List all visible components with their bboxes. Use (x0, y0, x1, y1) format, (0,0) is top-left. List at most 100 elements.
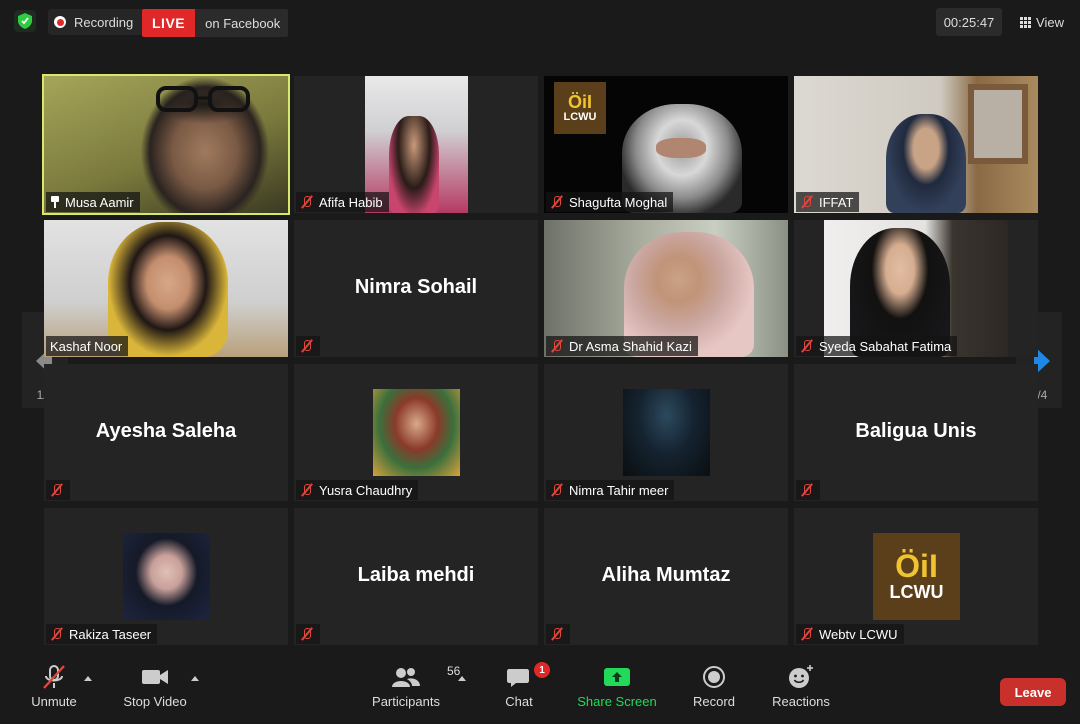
participant-name: Syeda Sabahat Fatima (819, 338, 952, 354)
mic-muted-icon (550, 627, 564, 641)
background-window (968, 84, 1028, 164)
mic-muted-icon (300, 195, 314, 209)
mic-muted-icon (550, 339, 564, 353)
participant-nameplate: Nimra Tahir meer (546, 480, 675, 500)
participant-nameplate: Shagufta Moghal (546, 192, 674, 212)
mic-muted-icon (300, 627, 314, 641)
mic-off-icon (40, 658, 68, 696)
meeting-timer: 00:25:47 (936, 8, 1002, 36)
share-screen-button[interactable]: Share Screen (574, 658, 660, 724)
video-tile-yusra-chaudhry[interactable]: Yusra Chaudhry (294, 364, 538, 501)
participant-nameplate: Syeda Sabahat Fatima (796, 336, 958, 356)
recording-indicator[interactable]: Recording (48, 9, 146, 35)
participant-avatar (373, 389, 460, 476)
video-tile-syeda-sabahat-fatima[interactable]: Syeda Sabahat Fatima (794, 220, 1038, 357)
video-tile-ayesha-saleha[interactable]: Ayesha Saleha (44, 364, 288, 501)
participant-name: Musa Aamir (65, 194, 134, 210)
participant-face (886, 114, 966, 213)
mic-muted-icon (550, 195, 564, 209)
participants-button[interactable]: 56 Participants (366, 658, 460, 724)
security-shield-icon[interactable] (14, 10, 36, 32)
mic-muted-icon (50, 483, 64, 497)
participant-avatar (623, 389, 710, 476)
chat-bubble-icon: 1 (506, 658, 550, 696)
participant-name: Rakiza Taseer (69, 626, 152, 642)
live-stream-indicator[interactable]: LIVE on Facebook (142, 9, 289, 37)
video-tile-nimra-sohail[interactable]: Nimra Sohail (294, 220, 538, 357)
stop-video-button[interactable]: Stop Video (118, 658, 192, 724)
video-tile-dr-asma-shahid-kazi[interactable]: Dr Asma Shahid Kazi (544, 220, 788, 357)
video-tile-laiba-mehdi[interactable]: Laiba mehdi (294, 508, 538, 645)
participant-name: Shagufta Moghal (569, 194, 668, 210)
participants-icon: 56 (391, 658, 460, 696)
reactions-button[interactable]: Reactions (768, 658, 834, 724)
mic-muted-icon (800, 195, 814, 209)
mic-muted-icon (300, 339, 314, 353)
meeting-toolbar: Unmute Stop Video 56 Participants 1 Chat… (0, 658, 1080, 724)
reactions-label: Reactions (772, 694, 830, 709)
participant-avatar (123, 533, 210, 620)
participant-nameplate: Afifa Habib (296, 192, 389, 212)
mic-muted-icon (550, 483, 564, 497)
video-camera-icon (141, 658, 169, 696)
participant-nameplate: Dr Asma Shahid Kazi (546, 336, 698, 356)
lcwu-logo: ÖiI LCWU (554, 82, 606, 134)
audio-options-chevron-up-icon[interactable] (84, 676, 92, 681)
mic-muted-icon (800, 627, 814, 641)
mic-muted-icon (300, 483, 314, 497)
participant-nameplate: Musa Aamir (46, 192, 140, 212)
video-tile-kashaf-noor[interactable]: Kashaf Noor (44, 220, 288, 357)
view-label: View (1036, 14, 1064, 30)
video-tile-rakiza-taseer[interactable]: Rakiza Taseer (44, 508, 288, 645)
participant-name: IFFAT (819, 194, 854, 210)
mic-muted-icon (800, 483, 814, 497)
pin-icon (50, 195, 60, 209)
participant-face (656, 138, 706, 158)
lcwu-logo: ÖiI LCWU (873, 533, 960, 620)
chat-button[interactable]: 1 Chat (496, 658, 550, 724)
stop-video-label: Stop Video (123, 694, 187, 709)
leave-button[interactable]: Leave (1000, 678, 1066, 706)
participants-label: Participants (372, 694, 440, 709)
unmute-label: Unmute (31, 694, 77, 709)
record-label: Record (693, 694, 735, 709)
share-screen-icon (603, 658, 631, 696)
video-options-chevron-up-icon[interactable] (191, 676, 199, 681)
participant-display-name: Ayesha Saleha (95, 420, 237, 442)
video-tile-nimra-tahir-meer[interactable]: Nimra Tahir meer (544, 364, 788, 501)
live-badge: LIVE (142, 9, 196, 37)
record-icon (702, 658, 726, 696)
participant-nameplate: Rakiza Taseer (46, 624, 158, 644)
participant-nameplate: Webtv LCWU (796, 624, 904, 644)
participant-nameplate (46, 480, 70, 500)
smiley-plus-icon (788, 658, 814, 696)
participant-display-name: Baligua Unis (855, 420, 977, 442)
video-tile-webtv-lcwu[interactable]: ÖiI LCWU Webtv LCWU (794, 508, 1038, 645)
video-tile-shagufta-moghal[interactable]: ÖiI LCWU Shagufta Moghal (544, 76, 788, 213)
participant-nameplate (796, 480, 820, 500)
participant-name: Dr Asma Shahid Kazi (569, 338, 692, 354)
chat-label: Chat (505, 694, 533, 709)
participant-display-name: Nimra Sohail (354, 276, 478, 298)
participant-name: Kashaf Noor (50, 338, 123, 354)
video-tile-afifa-habib[interactable]: Afifa Habib (294, 76, 538, 213)
mic-muted-icon (50, 627, 64, 641)
live-destination: on Facebook (205, 15, 281, 31)
top-bar: Recording LIVE on Facebook 00:25:47 View (0, 0, 1080, 44)
video-tile-baligua-unis[interactable]: Baligua Unis (794, 364, 1038, 501)
recording-dot-icon (54, 16, 66, 28)
participant-display-name: Laiba mehdi (357, 564, 475, 586)
participant-name: Nimra Tahir meer (569, 482, 669, 498)
participant-nameplate (296, 336, 320, 356)
participants-options-chevron-up-icon[interactable] (458, 676, 466, 681)
participant-nameplate: Kashaf Noor (46, 336, 129, 356)
video-tile-musa-aamir[interactable]: Musa Aamir (42, 74, 290, 215)
video-tile-iffat[interactable]: IFFAT (794, 76, 1038, 213)
record-button[interactable]: Record (688, 658, 740, 724)
video-tile-aliha-mumtaz[interactable]: Aliha Mumtaz (544, 508, 788, 645)
unmute-button[interactable]: Unmute (24, 658, 84, 724)
participant-nameplate (546, 624, 570, 644)
view-button[interactable]: View (1012, 8, 1072, 36)
participant-name: Yusra Chaudhry (319, 482, 413, 498)
participant-nameplate (296, 624, 320, 644)
